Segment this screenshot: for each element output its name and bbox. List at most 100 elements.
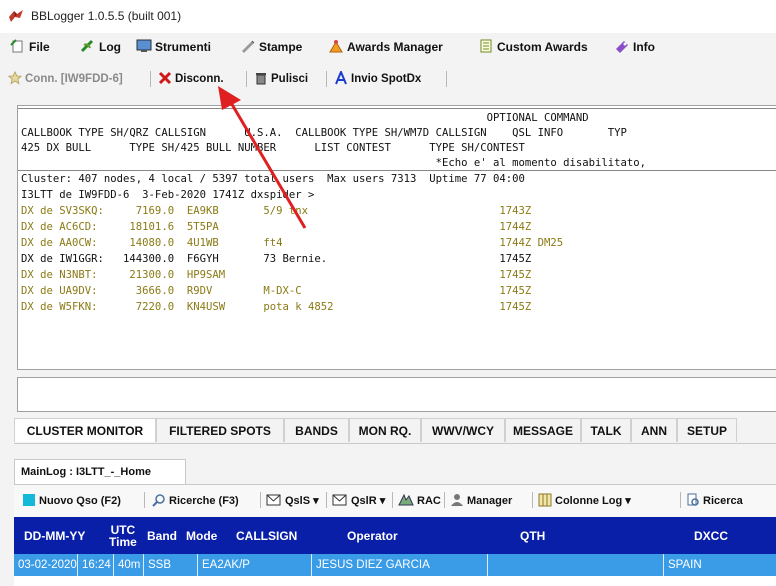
- menu-bar: File Log Strumenti Stampe Awards Manager…: [0, 34, 776, 60]
- console-line: 425 DX BULL TYPE SH/425 BULL NUMBER LIST…: [21, 142, 525, 154]
- column-header-utc-line2: Time: [109, 534, 137, 549]
- toolbar-separator: [532, 492, 533, 508]
- qslr-button[interactable]: QslR ▾: [332, 493, 385, 507]
- ricerca-button[interactable]: Ricerca: [686, 493, 743, 507]
- menu-strumenti-label: Strumenti: [155, 40, 212, 54]
- column-header-qth[interactable]: QTH: [520, 517, 545, 554]
- colonne-log-label: Colonne Log: [555, 495, 623, 507]
- qslr-label: QslR: [351, 495, 377, 507]
- column-header-mode[interactable]: Mode: [186, 517, 217, 554]
- conn-button[interactable]: Conn. [IW9FDD-6]: [8, 71, 123, 85]
- toolbar-separator: [246, 71, 247, 87]
- table-row[interactable]: 03-02-2020 16:24 40m SSB EA2AK/P JESUS D…: [14, 554, 776, 576]
- menu-file-label: File: [29, 40, 50, 54]
- column-header-band[interactable]: Band: [147, 517, 177, 554]
- toolbar-separator: [144, 492, 145, 508]
- menu-file[interactable]: File: [10, 39, 50, 54]
- tab-ann[interactable]: ANN: [631, 418, 677, 442]
- dx-spot-line: DX de N3NBT: 21300.0 HP9SAM 1745Z: [21, 269, 532, 281]
- dx-spot-line: DX de AA0CW: 14080.0 4U1WB ft4 1744Z DM2…: [21, 237, 564, 249]
- toolbar-separator: [260, 492, 261, 508]
- qsls-label: QslS: [285, 495, 311, 507]
- disconn-button[interactable]: Disconn.: [158, 71, 224, 85]
- tabs-divider: [14, 443, 776, 444]
- cell-operator: JESUS DIEZ GARCIA: [312, 554, 488, 576]
- title-bar: BBLogger 1.0.5.5 (built 001): [0, 0, 776, 33]
- menu-custom-awards[interactable]: Custom Awards: [478, 39, 588, 54]
- menu-info[interactable]: Info: [614, 39, 655, 54]
- tab-cluster-monitor[interactable]: CLUSTER MONITOR: [14, 418, 156, 442]
- search-icon: [152, 494, 165, 507]
- trash-icon: [256, 73, 266, 85]
- colonne-log-button[interactable]: Colonne Log ▾: [538, 493, 631, 507]
- console-line: *Echo e' al momento disabilitato,: [21, 157, 647, 169]
- console-rule: [18, 108, 776, 109]
- columns-icon: [538, 493, 552, 507]
- disconn-label: Disconn.: [175, 73, 224, 85]
- console-line: CALLBOOK TYPE SH/QRZ CALLSIGN U.S.A. CAL…: [21, 127, 627, 139]
- ricerca-icon: [687, 493, 699, 506]
- manager-button[interactable]: Manager: [450, 493, 512, 507]
- column-header-utc-line1: UTC: [110, 522, 136, 537]
- tab-bands[interactable]: BANDS: [284, 418, 349, 442]
- nuovo-qso-label: Nuovo Qso (F2): [39, 495, 121, 507]
- log-toolbar: Nuovo Qso (F2) Ricerche (F3) QslS ▾ QslR…: [14, 485, 776, 515]
- manager-label: Manager: [467, 495, 513, 507]
- toolbar-separator: [444, 492, 445, 508]
- star-icon: [8, 71, 22, 85]
- tools-icon: [136, 39, 152, 52]
- nuovo-qso-button[interactable]: Nuovo Qso (F2): [22, 493, 121, 507]
- toolbar-separator: [680, 492, 681, 508]
- menu-stampe[interactable]: Stampe: [240, 39, 302, 54]
- cluster-console[interactable]: OPTIONAL COMMAND CALLBOOK TYPE SH/QRZ CA…: [17, 105, 776, 370]
- rac-icon: [398, 493, 414, 506]
- toolbar-separator: [150, 71, 151, 87]
- dx-spot-line: DX de W5FKN: 7220.0 KN4USW pota k 4852 1…: [21, 301, 532, 313]
- qsls-button[interactable]: QslS ▾: [266, 493, 319, 507]
- menu-awards-manager-label: Awards Manager: [347, 40, 443, 54]
- cell-band: 40m: [114, 554, 144, 576]
- tab-wwv-wcy[interactable]: WWV/WCY: [421, 418, 505, 442]
- tab-talk[interactable]: TALK: [581, 418, 631, 442]
- manager-icon: [451, 494, 463, 506]
- ricerca-label: Ricerca: [703, 495, 743, 507]
- mainlog-tab[interactable]: MainLog : I3LTT_-_Home: [14, 459, 186, 484]
- log-panel: Nuovo Qso (F2) Ricerche (F3) QslS ▾ QslR…: [14, 484, 776, 586]
- console-line: OPTIONAL COMMAND: [21, 112, 589, 124]
- console-line: Cluster: 407 nodes, 4 local / 5397 total…: [21, 173, 525, 185]
- conn-label: Conn. [IW9FDD-6]: [25, 73, 123, 85]
- column-header-date[interactable]: DD-MM-YY: [24, 517, 85, 554]
- tab-filtered-spots[interactable]: FILTERED SPOTS: [156, 418, 284, 442]
- invio-spotdx-button[interactable]: Invio SpotDx: [334, 71, 421, 85]
- console-line: I3LTT de IW9FDD-6 3-Feb-2020 1741Z dxspi…: [21, 189, 315, 201]
- menu-awards-manager[interactable]: Awards Manager: [328, 39, 443, 54]
- cell-callsign: EA2AK/P: [198, 554, 312, 576]
- column-header-utc-time[interactable]: UTC Time: [109, 517, 137, 554]
- qsl-receive-icon: [332, 494, 347, 506]
- tab-mon-rq[interactable]: MON RQ.: [349, 418, 421, 442]
- toolbar-separator: [446, 71, 447, 87]
- qsl-send-icon: [266, 494, 281, 506]
- dx-spot-line: DX de IW1GGR: 144300.0 F6GYH 73 Bernie. …: [21, 253, 532, 265]
- rac-label: RAC: [417, 495, 441, 507]
- cluster-toolbar: Conn. [IW9FDD-6] Disconn. Pulisci Invio …: [0, 66, 776, 92]
- column-header-operator[interactable]: Operator: [347, 517, 398, 554]
- column-header-dxcc[interactable]: DXCC: [694, 517, 728, 554]
- tab-setup[interactable]: SETUP: [677, 418, 737, 442]
- tab-message[interactable]: MESSAGE: [505, 418, 581, 442]
- toolbar-separator: [392, 492, 393, 508]
- rac-button[interactable]: RAC: [398, 493, 441, 507]
- awards-icon: [329, 40, 343, 53]
- invio-spotdx-label: Invio SpotDx: [351, 73, 422, 85]
- cluster-tabs: CLUSTER MONITOR FILTERED SPOTS BANDS MON…: [14, 418, 776, 444]
- mainlog-tab-label: MainLog : I3LTT_-_Home: [21, 466, 151, 478]
- cluster-command-input[interactable]: [17, 377, 776, 412]
- pulisci-button[interactable]: Pulisci: [254, 71, 308, 85]
- menu-log[interactable]: Log: [80, 39, 121, 54]
- column-header-callsign[interactable]: CALLSIGN: [236, 517, 297, 554]
- dx-spot-line: DX de SV3SKQ: 7169.0 EA9KB 5/9 tnx 1743Z: [21, 205, 532, 217]
- ricerche-button[interactable]: Ricerche (F3): [152, 493, 239, 507]
- menu-custom-awards-label: Custom Awards: [497, 40, 588, 54]
- menu-strumenti[interactable]: Strumenti: [136, 39, 211, 54]
- new-qso-icon: [23, 494, 35, 506]
